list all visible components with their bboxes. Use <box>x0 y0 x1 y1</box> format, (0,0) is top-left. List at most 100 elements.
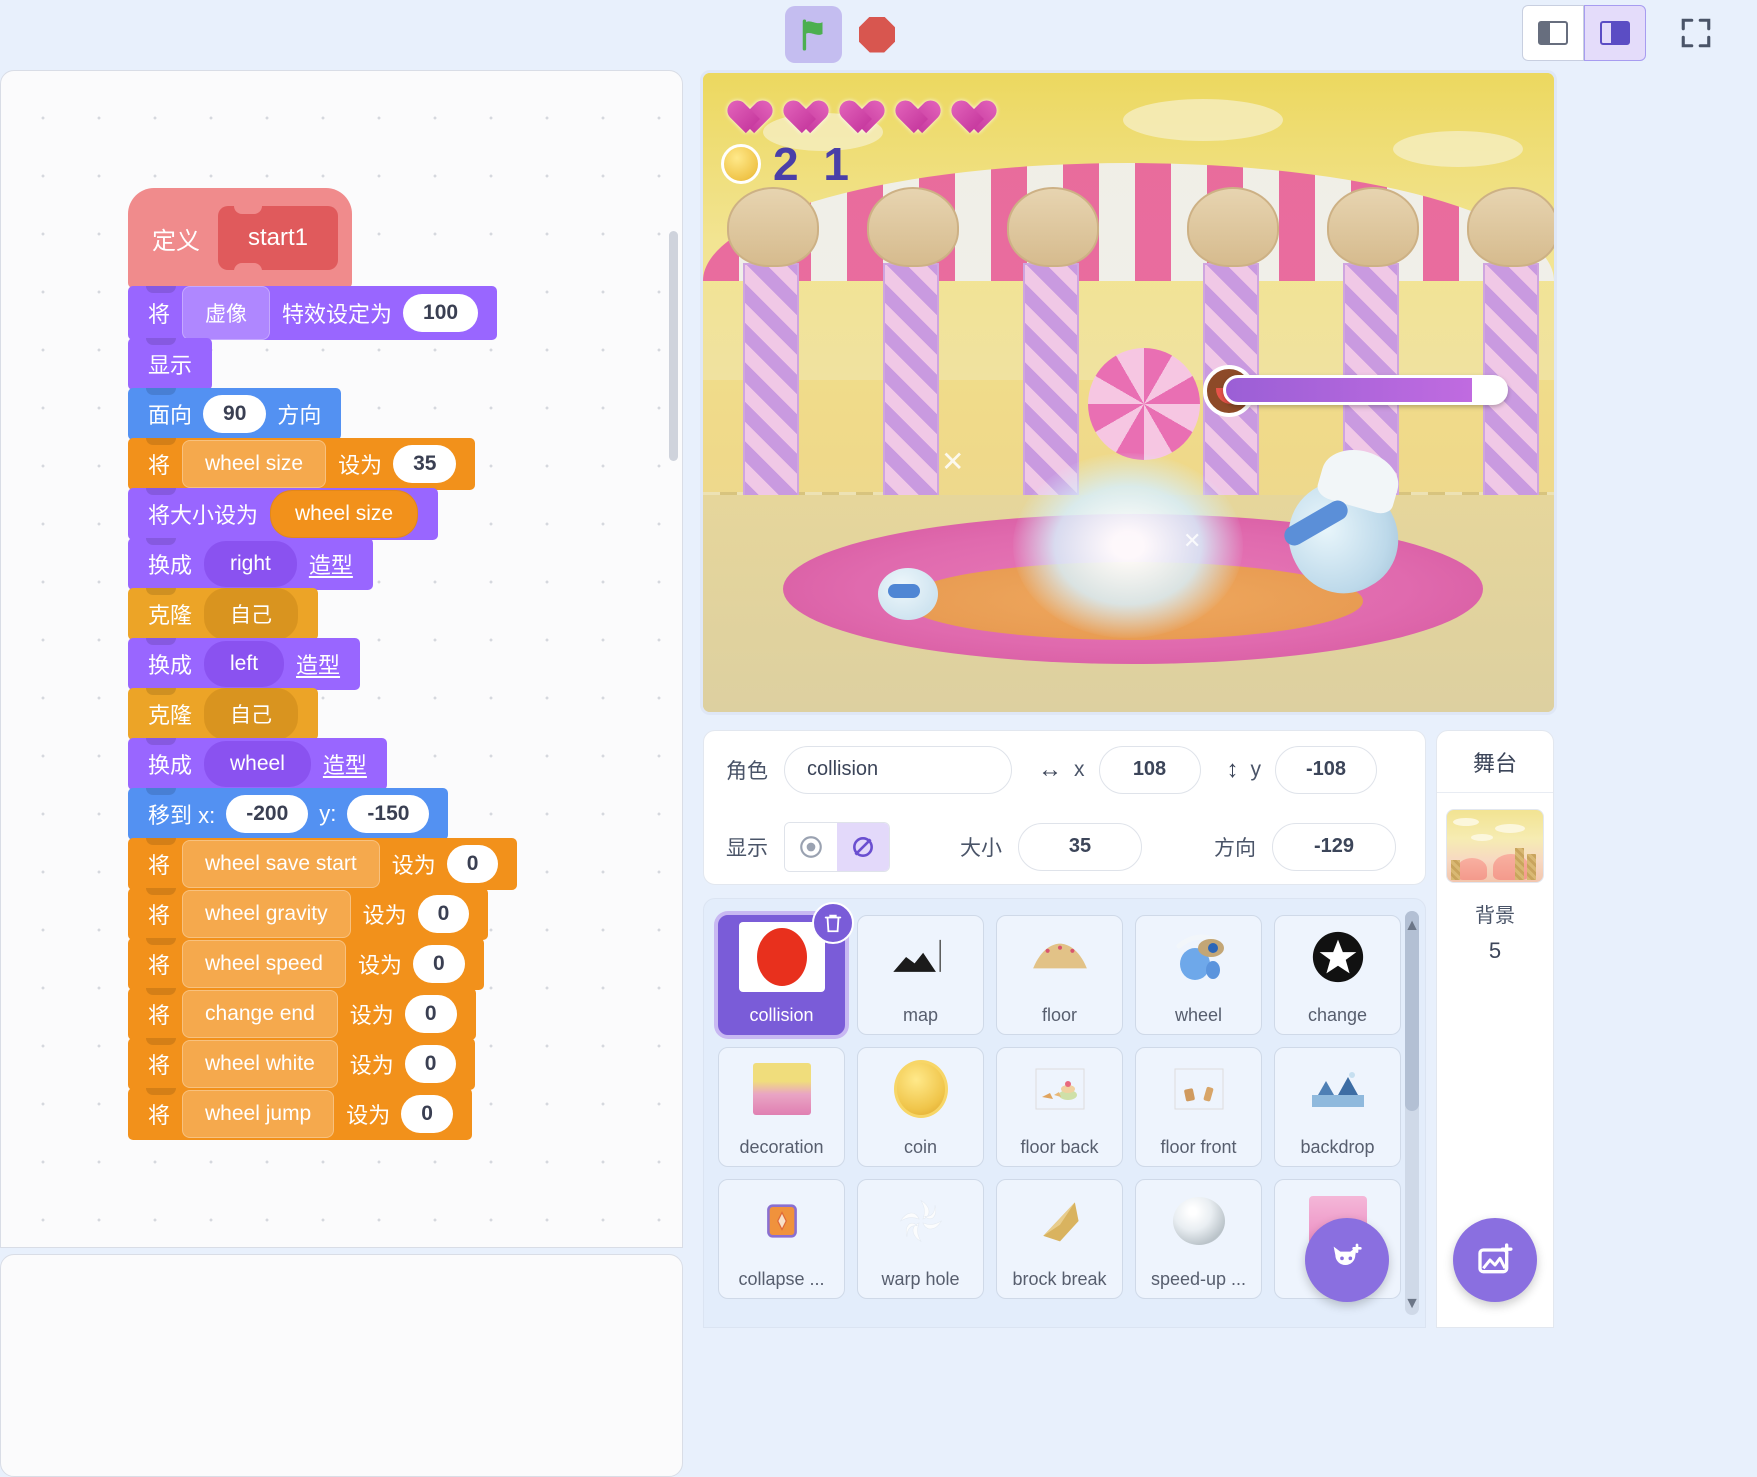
variable-dropdown[interactable]: wheel jump <box>182 1090 334 1138</box>
small-stage-layout-button[interactable] <box>1522 5 1584 61</box>
green-flag-button[interactable] <box>785 6 842 63</box>
show-sprite-button[interactable] <box>785 823 837 871</box>
effect-value-input[interactable]: 100 <box>403 294 478 332</box>
effect-dropdown[interactable]: 虚像 <box>182 286 270 340</box>
sprite-card-collapse[interactable]: collapse ... <box>718 1179 845 1299</box>
sprite-card-floor[interactable]: floor <box>996 915 1123 1035</box>
stop-button[interactable] <box>852 10 902 60</box>
variable-dropdown[interactable]: wheel speed <box>182 940 346 988</box>
block-set-variable[interactable]: 将 wheel white 设为 0 <box>128 1038 475 1090</box>
sprite-y-input[interactable]: -108 <box>1275 746 1377 794</box>
block-set-size[interactable]: 将大小设为 wheel size <box>128 488 438 540</box>
variable-value-input[interactable]: 0 <box>405 1045 457 1083</box>
cloud-decor <box>1471 834 1493 841</box>
hide-sprite-button[interactable] <box>837 823 889 871</box>
sprite-visibility-toggle[interactable] <box>784 822 890 872</box>
custom-block-name[interactable]: start1 <box>218 206 338 270</box>
block-stack[interactable]: 定义 start1 将 虚像 特效设定为 100 显示 面向 90 方向 将 w… <box>128 190 517 1140</box>
variable-value-input[interactable]: 0 <box>405 995 457 1033</box>
sprite-card-change[interactable]: change <box>1274 915 1401 1035</box>
sprite-size-input[interactable]: 35 <box>1018 823 1142 871</box>
sprite-card-wheel[interactable]: wheel <box>1135 915 1262 1035</box>
costume-dropdown[interactable]: wheel <box>204 741 311 787</box>
sprite-list-scrollbar[interactable] <box>1405 911 1419 1315</box>
wood-chunks-icon <box>1169 1065 1229 1113</box>
block-point-direction[interactable]: 面向 90 方向 <box>128 388 341 440</box>
fullscreen-button[interactable] <box>1668 5 1724 61</box>
stage-preview[interactable]: ✕ ✕ 2 1 <box>700 70 1557 715</box>
heart-icon <box>777 87 815 121</box>
direction-input[interactable]: 90 <box>203 395 266 433</box>
variable-dropdown[interactable]: wheel size <box>182 440 326 488</box>
heart-icon <box>833 87 871 121</box>
sprite-card-coin[interactable]: coin <box>857 1047 984 1167</box>
goto-x-input[interactable]: -200 <box>226 795 308 833</box>
sprite-card-collision[interactable]: collision <box>718 915 845 1035</box>
white-orb-icon <box>1173 1197 1225 1245</box>
delete-sprite-button[interactable] <box>812 902 854 944</box>
clone-target-dropdown[interactable]: 自己 <box>204 688 298 740</box>
sprite-name-input[interactable]: collision <box>784 746 1012 794</box>
block-switch-costume[interactable]: 换成 left 造型 <box>128 638 360 690</box>
black-hill-icon <box>889 935 953 979</box>
block-set-effect[interactable]: 将 虚像 特效设定为 100 <box>128 286 497 340</box>
block-label: 将 <box>142 998 176 1030</box>
variable-value-input[interactable]: 0 <box>447 845 499 883</box>
costume-dropdown[interactable]: right <box>204 541 297 587</box>
block-create-clone[interactable]: 克隆 自己 <box>128 588 318 640</box>
sprite-card-speed-up[interactable]: speed-up ... <box>1135 1179 1262 1299</box>
block-define[interactable]: 定义 start1 <box>128 188 352 288</box>
block-label-2: y: <box>313 801 342 827</box>
add-sprite-button[interactable] <box>1305 1218 1389 1302</box>
sprite-direction-input[interactable]: -129 <box>1272 823 1396 871</box>
variable-dropdown[interactable]: change end <box>182 990 338 1038</box>
sprite-card-decoration[interactable]: decoration <box>718 1047 845 1167</box>
sprite-card-brock-break[interactable]: brock break <box>996 1179 1123 1299</box>
sprite-name: floor front <box>1160 1137 1236 1158</box>
sprite-list-scroll-thumb[interactable] <box>1405 911 1419 1111</box>
block-goto-xy[interactable]: 移到 x: -200 y: -150 <box>128 788 448 840</box>
block-label-2: 设为 <box>386 848 442 880</box>
ice-cream-cone-icon <box>1467 187 1557 267</box>
clone-target-dropdown[interactable]: 自己 <box>204 588 298 640</box>
eye-show-icon <box>798 834 824 860</box>
sprite-x-input[interactable]: 108 <box>1099 746 1201 794</box>
sprite-card-warp-hole[interactable]: warp hole <box>857 1179 984 1299</box>
variable-value-input[interactable]: 0 <box>401 1095 453 1133</box>
stage-thumbnail-card[interactable] <box>1445 809 1545 883</box>
sprite-card-map[interactable]: map <box>857 915 984 1035</box>
sprite-card-floor-back[interactable]: floor back <box>996 1047 1123 1167</box>
block-switch-costume[interactable]: 换成 wheel 造型 <box>128 738 387 790</box>
sprite-card-floor-front[interactable]: floor front <box>1135 1047 1262 1167</box>
large-stage-layout-button[interactable] <box>1584 5 1646 61</box>
block-label: 将 <box>142 1098 176 1130</box>
variable-value-input[interactable]: 35 <box>393 445 456 483</box>
workspace-scrollbar[interactable] <box>669 231 678 461</box>
variable-reporter[interactable]: wheel size <box>270 490 418 538</box>
costume-dropdown[interactable]: left <box>204 641 284 687</box>
block-switch-costume[interactable]: 换成 right 造型 <box>128 538 373 590</box>
sprite-name: coin <box>904 1137 937 1158</box>
block-label: 克隆 <box>142 698 198 730</box>
block-show[interactable]: 显示 <box>128 338 212 390</box>
variable-value-input[interactable]: 0 <box>413 945 465 983</box>
block-set-variable[interactable]: 将 wheel save start 设为 0 <box>128 838 517 890</box>
block-set-variable[interactable]: 将 wheel speed 设为 0 <box>128 938 484 990</box>
chevron-up-icon[interactable]: ▲ <box>1403 917 1421 935</box>
block-set-variable[interactable]: 将 change end 设为 0 <box>128 988 476 1040</box>
horizontal-arrows-icon: ↔ <box>1038 756 1062 784</box>
block-set-variable[interactable]: 将 wheel gravity 设为 0 <box>128 888 488 940</box>
goto-y-input[interactable]: -150 <box>347 795 429 833</box>
variable-value-input[interactable]: 0 <box>418 895 470 933</box>
variable-dropdown[interactable]: wheel gravity <box>182 890 351 938</box>
block-set-variable[interactable]: 将 wheel jump 设为 0 <box>128 1088 472 1140</box>
sprite-name: collision <box>749 1005 813 1026</box>
variable-dropdown[interactable]: wheel white <box>182 1040 338 1088</box>
add-backdrop-button[interactable] <box>1453 1218 1537 1302</box>
block-create-clone[interactable]: 克隆 自己 <box>128 688 318 740</box>
chevron-down-icon[interactable]: ▼ <box>1403 1295 1421 1313</box>
sprite-card-backdrop[interactable]: backdrop <box>1274 1047 1401 1167</box>
block-set-variable[interactable]: 将 wheel size 设为 35 <box>128 438 475 490</box>
variable-dropdown[interactable]: wheel save start <box>182 840 380 888</box>
sprite-name: backdrop <box>1300 1137 1374 1158</box>
